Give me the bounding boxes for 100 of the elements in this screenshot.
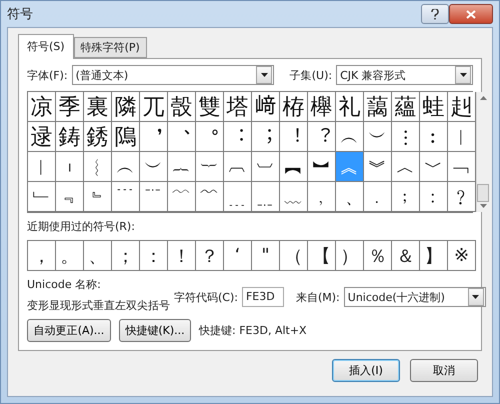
symbol-cell[interactable]: 嗀 bbox=[168, 92, 196, 122]
recent-symbol-cell[interactable]: ； bbox=[112, 241, 140, 271]
recent-symbol-cell[interactable]: ＆ bbox=[392, 241, 420, 271]
font-dropdown[interactable]: (普通文本) bbox=[72, 65, 274, 85]
symbol-cell[interactable]: ﹃ bbox=[56, 182, 84, 212]
symbol-cell[interactable]: ︱ bbox=[28, 152, 56, 182]
symbol-cell[interactable]: 藹 bbox=[364, 92, 392, 122]
insert-button[interactable]: 插入(I) bbox=[332, 359, 400, 382]
symbol-cell[interactable]: ﹑ bbox=[336, 182, 364, 212]
recent-symbol-cell[interactable]: ％ bbox=[364, 241, 392, 271]
recent-symbol-cell[interactable]: 】 bbox=[420, 241, 448, 271]
symbol-cell[interactable]: 銹 bbox=[84, 122, 112, 152]
symbol-cell[interactable]: ︲ bbox=[56, 152, 84, 182]
symbol-cell[interactable]: 鋳 bbox=[56, 122, 84, 152]
symbol-cell[interactable]: ﹋ bbox=[168, 182, 196, 212]
symbol-cell[interactable]: ︻ bbox=[280, 152, 308, 182]
tab[interactable]: 符号(S) bbox=[18, 34, 74, 59]
symbol-cell[interactable]: ︰ bbox=[420, 122, 448, 152]
recent-symbol-cell[interactable]: ？ bbox=[196, 241, 224, 271]
from-dropdown[interactable]: Unicode(十六进制) bbox=[344, 287, 486, 307]
symbol-cell[interactable]: ﹔ bbox=[392, 182, 420, 212]
recent-symbols-label: 近期使用过的符号(R): bbox=[27, 219, 136, 234]
symbol-cell[interactable]: ﹎ bbox=[252, 182, 280, 212]
symbol-cell[interactable]: ︺ bbox=[252, 152, 280, 182]
symbol-cell[interactable]: ︵ bbox=[336, 122, 364, 152]
close-button[interactable] bbox=[449, 4, 493, 24]
scroll-thumb[interactable] bbox=[477, 184, 489, 202]
symbol-cell[interactable]: 季 bbox=[56, 92, 84, 122]
shortcut-key-text: 快捷键: FE3D, Alt+X bbox=[199, 323, 307, 338]
symbol-cell[interactable]: 隣 bbox=[112, 92, 140, 122]
recent-symbol-cell[interactable]: ※ bbox=[448, 241, 476, 271]
unicode-name: 变形显现形式垂直左双尖括号 bbox=[27, 298, 170, 313]
recent-symbol-cell[interactable]: ） bbox=[336, 241, 364, 271]
symbol-cell[interactable]: ︶ bbox=[364, 122, 392, 152]
symbol-cell[interactable]: ︓ bbox=[224, 122, 252, 152]
symbol-cell[interactable]: ﹊ bbox=[140, 182, 168, 212]
symbol-cell[interactable]: 雙 bbox=[196, 92, 224, 122]
recent-symbol-cell[interactable]: ： bbox=[140, 241, 168, 271]
recent-symbol-cell[interactable]: 【 bbox=[308, 241, 336, 271]
symbol-cell[interactable]: ︙ bbox=[392, 122, 420, 152]
dropdown-arrow-icon bbox=[460, 73, 466, 77]
symbol-cell[interactable]: ﹄ bbox=[84, 182, 112, 212]
symbol-cell[interactable]: ﹀ bbox=[420, 152, 448, 182]
recent-symbol-cell[interactable]: ‘ bbox=[224, 241, 252, 271]
symbol-cell[interactable]: 兀 bbox=[140, 92, 168, 122]
recent-symbol-cell[interactable]: ， bbox=[28, 241, 56, 271]
close-icon bbox=[466, 10, 476, 18]
char-code-field[interactable]: FE3D bbox=[242, 287, 284, 307]
symbol-cell[interactable]: 﨑 bbox=[252, 92, 280, 122]
symbol-cell[interactable]: ︔ bbox=[252, 122, 280, 152]
symbol-cell[interactable]: 隝 bbox=[112, 122, 140, 152]
symbol-cell[interactable]: ︶ bbox=[140, 152, 168, 182]
symbol-cell[interactable]: ︿ bbox=[392, 152, 420, 182]
symbol-cell[interactable]: 栫 bbox=[280, 92, 308, 122]
subset-dropdown[interactable]: CJK 兼容形式 bbox=[336, 65, 473, 85]
symbol-cell[interactable]: ︴ bbox=[84, 152, 112, 182]
recent-symbol-cell[interactable]: ！ bbox=[168, 241, 196, 271]
symbol-cell[interactable]: ︹ bbox=[224, 152, 252, 182]
symbol-cell[interactable]: ︸ bbox=[196, 152, 224, 182]
symbol-cell[interactable]: 赳 bbox=[448, 92, 476, 122]
symbol-cell[interactable]: ﹒ bbox=[364, 182, 392, 212]
dropdown-arrow-icon bbox=[472, 295, 480, 299]
recent-symbol-cell[interactable]: （ bbox=[280, 241, 308, 271]
symbol-cell[interactable]: ︱ bbox=[448, 122, 476, 152]
symbol-cell[interactable]: 蘊 bbox=[392, 92, 420, 122]
symbol-cell[interactable]: ﹕ bbox=[420, 182, 448, 212]
scroll-down-icon bbox=[480, 204, 486, 208]
autocorrect-button[interactable]: 自动更正(A)... bbox=[27, 319, 111, 342]
shortcut-key-button[interactable]: 快捷键(K)... bbox=[119, 319, 191, 342]
recent-symbol-cell[interactable]: 。 bbox=[56, 241, 84, 271]
symbol-cell[interactable]: ︖ bbox=[308, 122, 336, 152]
symbol-cell[interactable]: 塔 bbox=[224, 92, 252, 122]
recent-symbol-cell[interactable]: 、 bbox=[84, 241, 112, 271]
symbol-cell[interactable]: 櫸 bbox=[308, 92, 336, 122]
symbol-cell[interactable]: 蛙 bbox=[420, 92, 448, 122]
symbol-cell[interactable]: 凉 bbox=[28, 92, 56, 122]
symbol-cell[interactable]: 裏 bbox=[84, 92, 112, 122]
symbol-cell[interactable]: 礼 bbox=[336, 92, 364, 122]
symbol-cell[interactable]: ︵ bbox=[112, 152, 140, 182]
symbol-cell[interactable]: ﹐ bbox=[308, 182, 336, 212]
cancel-button[interactable]: 取消 bbox=[410, 359, 478, 382]
help-button[interactable] bbox=[421, 4, 449, 24]
symbol-cell[interactable]: ﹌ bbox=[196, 182, 224, 212]
symbol-cell[interactable]: ︾ bbox=[364, 152, 392, 182]
recent-symbol-cell[interactable]: " bbox=[252, 241, 280, 271]
symbol-cell[interactable]: ﹉ bbox=[112, 182, 140, 212]
font-label: 字体(F): bbox=[27, 68, 68, 82]
symbol-cell[interactable]: ︕ bbox=[280, 122, 308, 152]
symbol-cell[interactable]: ︷ bbox=[168, 152, 196, 182]
symbol-cell[interactable]: ﹏ bbox=[280, 182, 308, 212]
symbol-cell[interactable]: ︑ bbox=[168, 122, 196, 152]
symbol-cell[interactable]: ︐ bbox=[140, 122, 168, 152]
symbol-cell[interactable]: ﹂ bbox=[28, 182, 56, 212]
symbol-cell[interactable]: ﹍ bbox=[224, 182, 252, 212]
symbol-cell[interactable]: ︼ bbox=[308, 152, 336, 182]
tab[interactable]: 特殊字符(P) bbox=[74, 37, 147, 58]
symbol-cell[interactable]: ︒ bbox=[196, 122, 224, 152]
symbol-cell[interactable]: ﹁ bbox=[448, 152, 476, 182]
symbol-cell[interactable]: ﹖ bbox=[448, 182, 476, 212]
symbol-cell[interactable]: 逯 bbox=[28, 122, 56, 152]
